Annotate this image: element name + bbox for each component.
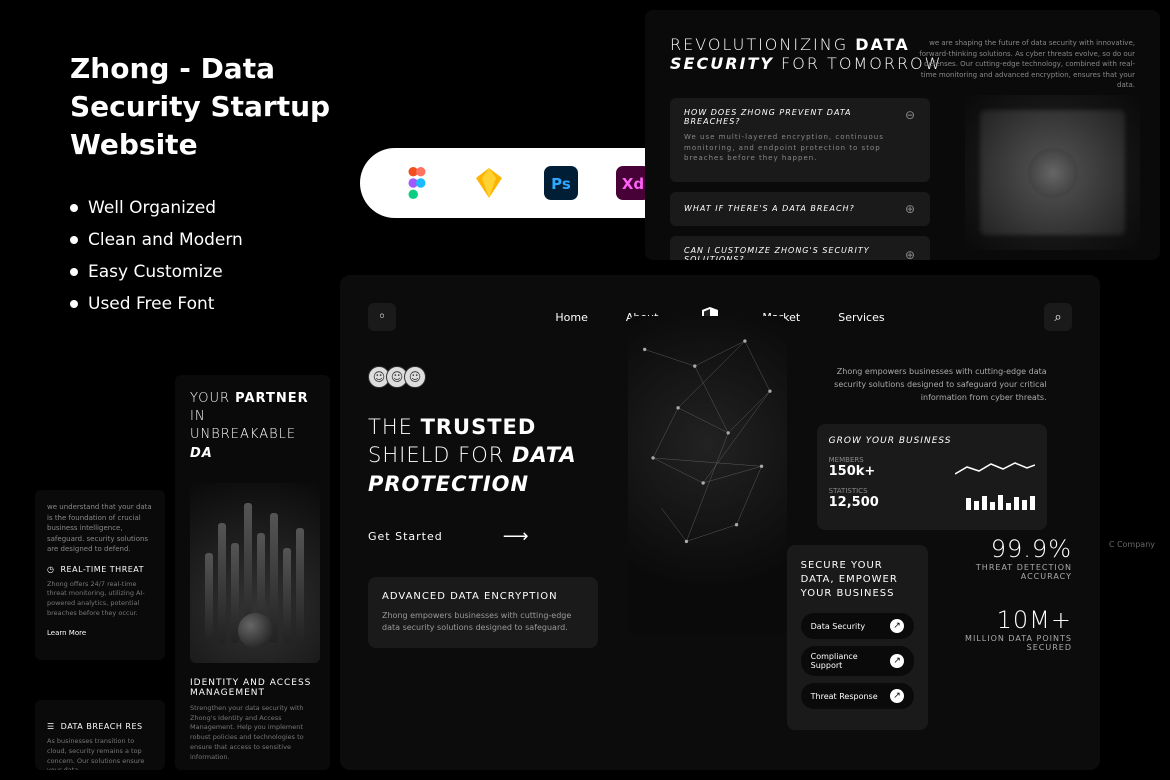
user-icon[interactable]: ◦ <box>368 303 396 331</box>
pill-compliance[interactable]: Compliance Support↗ <box>801 646 914 676</box>
search-icon[interactable]: ⌕ <box>1044 303 1072 331</box>
faq-item[interactable]: WHAT IF THERE'S A DATA BREACH?⊕ <box>670 192 930 226</box>
faq-item[interactable]: CAN I CUSTOMIZE ZHONG'S SECURITY SOLUTIO… <box>670 236 930 261</box>
arrow-icon: ↗ <box>890 654 904 668</box>
faq-item[interactable]: HOW DOES ZHONG PREVENT DATA BREACHES?⊖ W… <box>670 98 930 182</box>
svg-text:Xd: Xd <box>622 175 644 193</box>
mesh-render <box>628 316 787 636</box>
rods-render <box>190 483 320 663</box>
avatar: ☺ <box>404 366 426 388</box>
feature-item: Used Free Font <box>70 294 370 314</box>
expand-icon: ⊕ <box>905 202 916 216</box>
database-icon: ☰ <box>47 722 55 731</box>
faq-list: HOW DOES ZHONG PREVENT DATA BREACHES?⊖ W… <box>670 98 930 260</box>
sketch-icon <box>472 166 506 200</box>
expand-icon: ⊕ <box>905 248 916 261</box>
preview-breach: ☰DATA BREACH RES As businesses transitio… <box>35 700 165 770</box>
feature-item: Clean and Modern <box>70 230 370 250</box>
preview-faq: REVOLUTIONIZING DATA SECURITY FOR TOMORR… <box>645 10 1160 260</box>
learn-more-link[interactable]: Learn More <box>47 629 153 637</box>
feature-item: Easy Customize <box>70 262 370 282</box>
breach-title: ☰DATA BREACH RES <box>47 722 153 731</box>
avatars: ☺ ☺ ☺ <box>368 366 598 388</box>
company-label: C Company <box>1109 540 1155 549</box>
line-chart <box>955 459 1035 479</box>
encryption-card: ADVANCED DATA ENCRYPTION Zhong empowers … <box>368 577 598 648</box>
pill-data-security[interactable]: Data Security↗ <box>801 613 914 639</box>
secure-card: SECURE YOUR DATA, EMPOWER YOUR BUSINESS … <box>787 545 928 730</box>
arrow-icon: ↗ <box>890 619 904 633</box>
nav-link-home[interactable]: Home <box>555 311 587 324</box>
product-info: Zhong - Data Security Startup Website We… <box>70 50 370 326</box>
tools-pill: Ps Xd <box>360 148 690 218</box>
nav-link-services[interactable]: Services <box>838 311 884 324</box>
clock-icon: ◷ <box>47 565 54 574</box>
hero-title: THE TRUSTED SHIELD FOR DATA PROTECTION <box>368 413 598 498</box>
figma-icon <box>400 166 434 200</box>
arrow-right-icon: ⟶ <box>503 526 530 547</box>
feature-list: Well Organized Clean and Modern Easy Cus… <box>70 198 370 314</box>
feature-item: Well Organized <box>70 198 370 218</box>
faq-subtitle: we are shaping the future of data securi… <box>915 38 1135 91</box>
partner-title: YOUR PARTNER IN UNBREAKABLE DA <box>190 390 315 463</box>
bar-chart <box>966 490 1035 510</box>
photoshop-icon: Ps <box>544 166 578 200</box>
realtime-title: ◷REAL-TIME THREAT <box>47 565 153 574</box>
stats: 99.9% THREAT DETECTION ACCURACY 10M+ MIL… <box>943 535 1072 730</box>
product-title: Zhong - Data Security Startup Website <box>70 50 370 163</box>
preview-hero: ◦ Home About Market Services ⌕ ☺ ☺ ☺ THE… <box>340 275 1100 770</box>
hero-intro: Zhong empowers businesses with cutting-e… <box>817 366 1047 404</box>
pill-threat[interactable]: Threat Response↗ <box>801 683 914 709</box>
abstract-render <box>965 95 1140 250</box>
arrow-icon: ↗ <box>890 689 904 703</box>
preview-realtime: we understand that your data is the foun… <box>35 490 165 660</box>
grow-card: GROW YOUR BUSINESS MEMBERS150k+ STATISTI… <box>817 424 1047 530</box>
preview-partner: YOUR PARTNER IN UNBREAKABLE DA IDENTITY … <box>175 375 330 770</box>
get-started-button[interactable]: Get Started⟶ <box>368 526 598 547</box>
svg-text:Ps: Ps <box>551 175 571 193</box>
collapse-icon: ⊖ <box>905 108 916 126</box>
